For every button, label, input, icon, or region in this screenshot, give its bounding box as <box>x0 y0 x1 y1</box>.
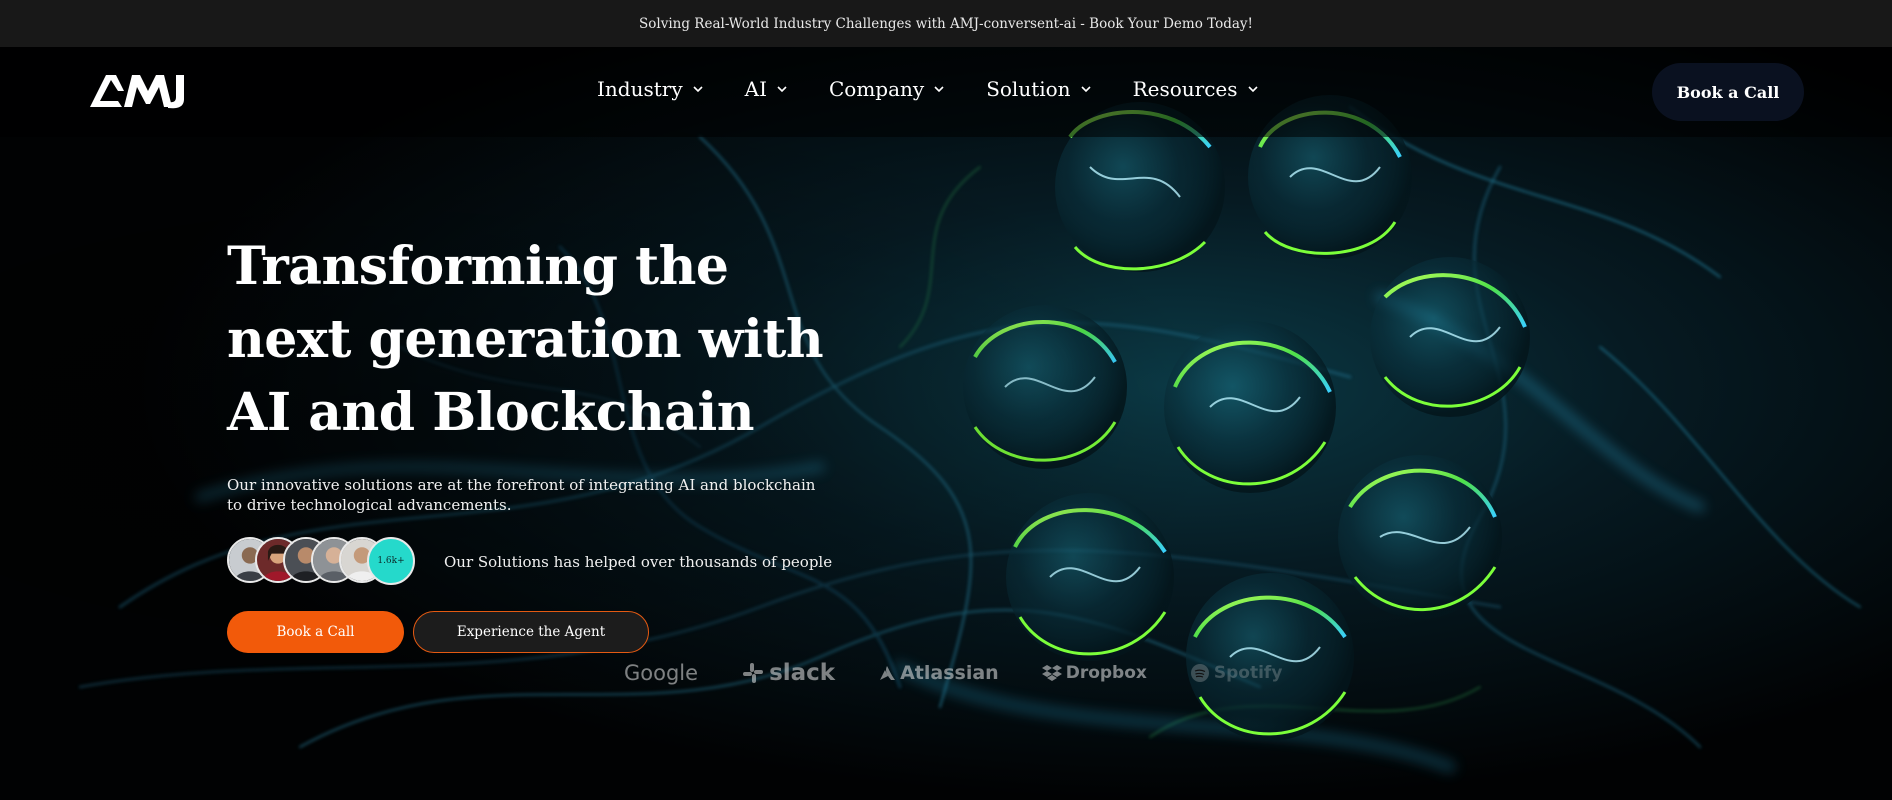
chevron-down-icon <box>1080 86 1091 93</box>
chevron-down-icon <box>934 86 944 93</box>
nav-item-ai[interactable]: AI <box>745 77 788 101</box>
slack-icon <box>743 663 764 683</box>
hero-subtext: Our innovative solutions are at the fore… <box>227 476 816 514</box>
nav-item-resources[interactable]: Resources <box>1133 77 1259 101</box>
hero-content: Transforming the next generation with AI… <box>227 230 847 653</box>
header-book-call-button[interactable]: Book a Call <box>1652 63 1804 121</box>
top-navigation: Industry AI Company Solution Resources B… <box>0 47 1892 137</box>
nav-item-label: AI <box>744 77 767 101</box>
avatar-count-badge: 1.6k+ <box>367 537 415 585</box>
chevron-down-icon <box>1247 86 1258 93</box>
google-logo: Google <box>624 661 699 685</box>
nav-item-solution[interactable]: Solution <box>986 77 1091 101</box>
nav-item-label: Company <box>828 77 925 101</box>
nav-item-label: Industry <box>597 77 683 101</box>
dropbox-icon <box>1041 665 1062 681</box>
chevron-down-icon <box>693 86 703 93</box>
amj-logo[interactable] <box>88 71 192 111</box>
avatar-stack: 1.6k+ <box>227 537 417 587</box>
atlassian-logo: Atlassian <box>878 662 999 684</box>
slack-logo: slack <box>741 660 835 686</box>
dropbox-logo: Dropbox <box>1041 663 1147 683</box>
nav-item-label: Solution <box>986 77 1071 101</box>
announcement-bar[interactable]: Solving Real-World Industry Challenges w… <box>0 0 1892 47</box>
experience-agent-button[interactable]: Experience the Agent <box>413 611 649 653</box>
chevron-down-icon <box>777 86 787 93</box>
main-nav: Industry AI Company Solution Resources <box>597 77 1300 101</box>
nav-item-label: Resources <box>1132 77 1238 101</box>
social-proof-text: Our Solutions has helped over thousands … <box>444 553 833 571</box>
hero-cta-row: Book a Call Experience the Agent <box>227 611 847 653</box>
nav-item-industry[interactable]: Industry <box>597 77 704 101</box>
atlassian-icon <box>880 666 896 680</box>
spotify-logo: Spotify <box>1190 663 1282 683</box>
social-proof: 1.6k+ Our Solutions has helped over thou… <box>227 537 847 587</box>
spotify-icon <box>1190 664 1209 682</box>
partner-logos: Google slack Atlassian Dropbox Spotify <box>624 655 1325 691</box>
hero-headline: Transforming the next generation with AI… <box>227 236 824 443</box>
book-call-button[interactable]: Book a Call <box>227 611 404 653</box>
announcement-text[interactable]: Solving Real-World Industry Challenges w… <box>639 16 1253 32</box>
nav-item-company[interactable]: Company <box>829 77 945 101</box>
